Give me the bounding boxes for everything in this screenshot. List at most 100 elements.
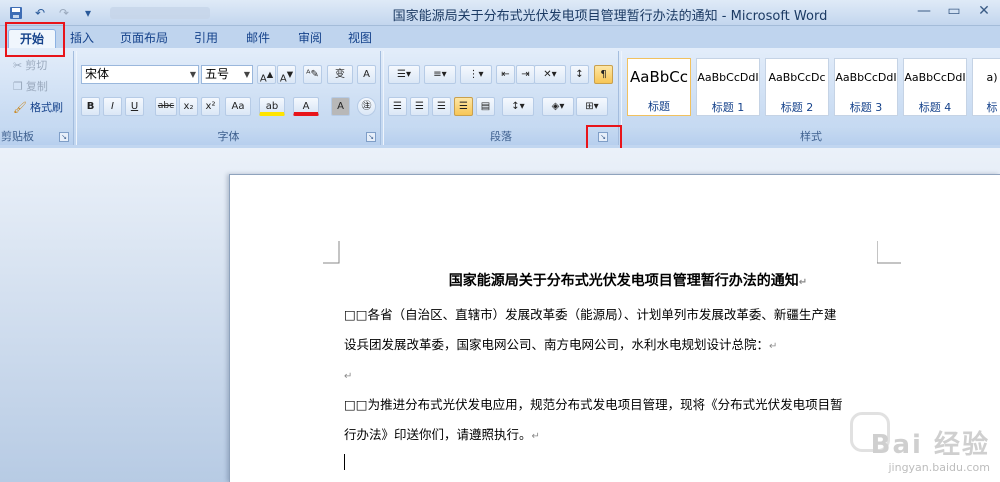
chevron-down-icon: ▼	[189, 70, 196, 79]
chevron-down-icon: ▼	[243, 70, 250, 79]
style-sample: a)	[986, 71, 998, 84]
format-painter-label: 格式刷	[29, 101, 63, 114]
tab-view[interactable]: 视图	[338, 29, 382, 48]
copy-button[interactable]: ❐ 复制	[13, 77, 48, 95]
styles-group-label: 样式	[622, 128, 1000, 145]
style-name: 标题 4	[918, 101, 952, 114]
strikethrough-button[interactable]: abc	[155, 97, 177, 116]
ribbon-tabs: 开始 插入 页面布局 引用 邮件 审阅 视图	[0, 26, 1000, 48]
style-title[interactable]: AaBbCc 标题	[627, 58, 691, 116]
undo-icon[interactable]: ↶	[30, 4, 50, 22]
cut-label: 剪切	[25, 59, 48, 72]
body-line-2: 设兵团发展改革委，国家电网公司、南方电网公司，水利水电规划设计总院：↵	[344, 334, 892, 364]
bullets-icon[interactable]: ☰▾	[388, 65, 420, 84]
clear-format-icon[interactable]: ᴬ✎	[303, 65, 322, 84]
paragraph-mark: ↵	[531, 431, 540, 442]
margin-corner-top-right	[877, 241, 901, 264]
justify-icon[interactable]: ☰	[454, 97, 473, 116]
redo-icon[interactable]: ↷	[54, 4, 74, 22]
shrink-font-button[interactable]: A▼	[277, 65, 296, 84]
change-case-button[interactable]: Aa	[225, 97, 251, 116]
style-heading-4[interactable]: AaBbCcDdI 标题 4	[903, 58, 967, 116]
text-highlight-button[interactable]: ab	[259, 97, 285, 116]
blurred-title-area	[110, 7, 210, 19]
minimize-button[interactable]: —	[914, 3, 934, 19]
body-line-4: □□为推进分布式光伏发电应用，规范分布式发电项目管理，现将《分布式光伏发电项目暂	[344, 394, 892, 424]
tab-page-layout[interactable]: 页面布局	[112, 29, 176, 48]
tab-references[interactable]: 引用	[184, 29, 228, 48]
line-text: □□为推进分布式光伏发电应用，规范分布式发电项目管理，现将《分布式光伏发电项目暂	[344, 397, 843, 412]
highlight-home-tab	[5, 22, 65, 57]
multilevel-list-icon[interactable]: ⋮▾	[460, 65, 492, 84]
bold-button[interactable]: B	[81, 97, 100, 116]
style-name: 标	[986, 101, 998, 114]
style-sample: AaBbCcDc	[768, 71, 826, 84]
cut-button[interactable]: ✂ 剪切	[13, 56, 47, 74]
numbering-icon[interactable]: ≡▾	[424, 65, 456, 84]
style-name: 标题	[648, 100, 670, 113]
align-left-icon[interactable]: ☰	[388, 97, 407, 116]
align-center-icon[interactable]: ☰	[410, 97, 429, 116]
char-shading-button[interactable]: A	[331, 97, 350, 116]
format-painter-button[interactable]: 🖌 格式刷	[13, 98, 63, 116]
line-text: 设兵团发展改革委，国家电网公司、南方电网公司，水利水电规划设计总院：	[344, 337, 770, 352]
style-heading-3[interactable]: AaBbCcDdI 标题 3	[834, 58, 898, 116]
style-partial[interactable]: a) 标	[972, 58, 1000, 116]
document-heading: 国家能源局关于分布式光伏发电项目管理暂行办法的通知↵	[364, 270, 892, 290]
body-line-3: ↵	[344, 364, 892, 394]
styles-group: AaBbCc 标题 AaBbCcDdI 标题 1 AaBbCcDc 标题 2 AaBb…	[621, 51, 1000, 145]
customize-qat-button[interactable]: ▾	[78, 4, 98, 22]
italic-button[interactable]: I	[103, 97, 122, 116]
quick-access-toolbar: ↶ ↷ ▾	[6, 3, 210, 23]
style-sample: AaBbCcDdI	[904, 71, 966, 84]
font-size-value: 五号	[205, 67, 230, 81]
maximize-button[interactable]: ▭	[944, 3, 964, 19]
copy-icon: ❐	[13, 79, 23, 93]
title-bar: ↶ ↷ ▾ 国家能源局关于分布式光伏发电项目管理暂行办法的通知 - Micros…	[0, 0, 1000, 26]
decrease-indent-icon[interactable]: ⇤	[496, 65, 515, 84]
body-line-5: 行办法》印送你们，请遵照执行。↵	[344, 424, 892, 454]
tab-review[interactable]: 审阅	[288, 29, 332, 48]
char-border-icon[interactable]: A	[357, 65, 376, 84]
enclosed-char-button[interactable]: ㊟	[357, 97, 376, 116]
sort-icon[interactable]: ↕	[570, 65, 589, 84]
font-name-value: 宋体	[85, 67, 110, 81]
show-marks-icon[interactable]: ¶	[594, 65, 613, 84]
underline-button[interactable]: U	[125, 97, 144, 116]
distributed-icon[interactable]: ▤	[476, 97, 495, 116]
align-right-icon[interactable]: ☰	[432, 97, 451, 116]
style-name: 标题 2	[780, 101, 814, 114]
paragraph-mark: ↵	[344, 371, 353, 382]
line-text: □□各省（自治区、直辖市）发展改革委（能源局）、计划单列市发展改革委、新疆生产建	[344, 307, 837, 322]
brush-icon: 🖌	[13, 100, 27, 114]
font-size-select[interactable]: 五号 ▼	[201, 65, 253, 84]
shading-icon[interactable]: ◈▾	[542, 97, 574, 116]
copy-label: 复制	[25, 80, 48, 93]
margin-corner-top-left	[323, 241, 340, 264]
close-button[interactable]: ✕	[974, 3, 994, 19]
tab-mailings[interactable]: 邮件	[236, 29, 280, 48]
paragraph-mark: ↵	[798, 277, 808, 288]
tab-insert[interactable]: 插入	[60, 29, 104, 48]
window-title: 国家能源局关于分布式光伏发电项目管理暂行办法的通知 - Microsoft Wo…	[392, 9, 828, 24]
clipboard-dialog-launcher[interactable]: ↘	[59, 132, 69, 142]
phonetic-guide-icon[interactable]: 变	[327, 65, 353, 84]
style-heading-2[interactable]: AaBbCcDc 标题 2	[765, 58, 829, 116]
font-group: 宋体 ▼ 五号 ▼ A▲ A▼ ᴬ✎ 变 A B I U abc x₂ x² Aa …	[76, 51, 381, 145]
heading-text: 国家能源局关于分布式光伏发电项目管理暂行办法的通知	[448, 273, 799, 289]
font-color-button[interactable]: A	[293, 97, 319, 116]
save-icon[interactable]	[6, 4, 26, 22]
paragraph-group-label: 段落	[384, 128, 618, 145]
font-name-select[interactable]: 宋体 ▼	[81, 65, 199, 84]
grow-font-button[interactable]: A▲	[257, 65, 276, 84]
increase-indent-icon[interactable]: ⇥	[516, 65, 535, 84]
subscript-button[interactable]: x₂	[179, 97, 198, 116]
document-body[interactable]: 国家能源局关于分布式光伏发电项目管理暂行办法的通知↵ □□各省（自治区、直辖市）…	[344, 270, 892, 482]
style-heading-1[interactable]: AaBbCcDdI 标题 1	[696, 58, 760, 116]
borders-icon[interactable]: ⊞▾	[576, 97, 608, 116]
style-sample: AaBbCcDdI	[697, 71, 759, 84]
font-dialog-launcher[interactable]: ↘	[366, 132, 376, 142]
line-spacing-icon[interactable]: ↕▾	[502, 97, 534, 116]
chinese-layout-icon[interactable]: ✕▾	[534, 65, 566, 84]
superscript-button[interactable]: x²	[201, 97, 220, 116]
